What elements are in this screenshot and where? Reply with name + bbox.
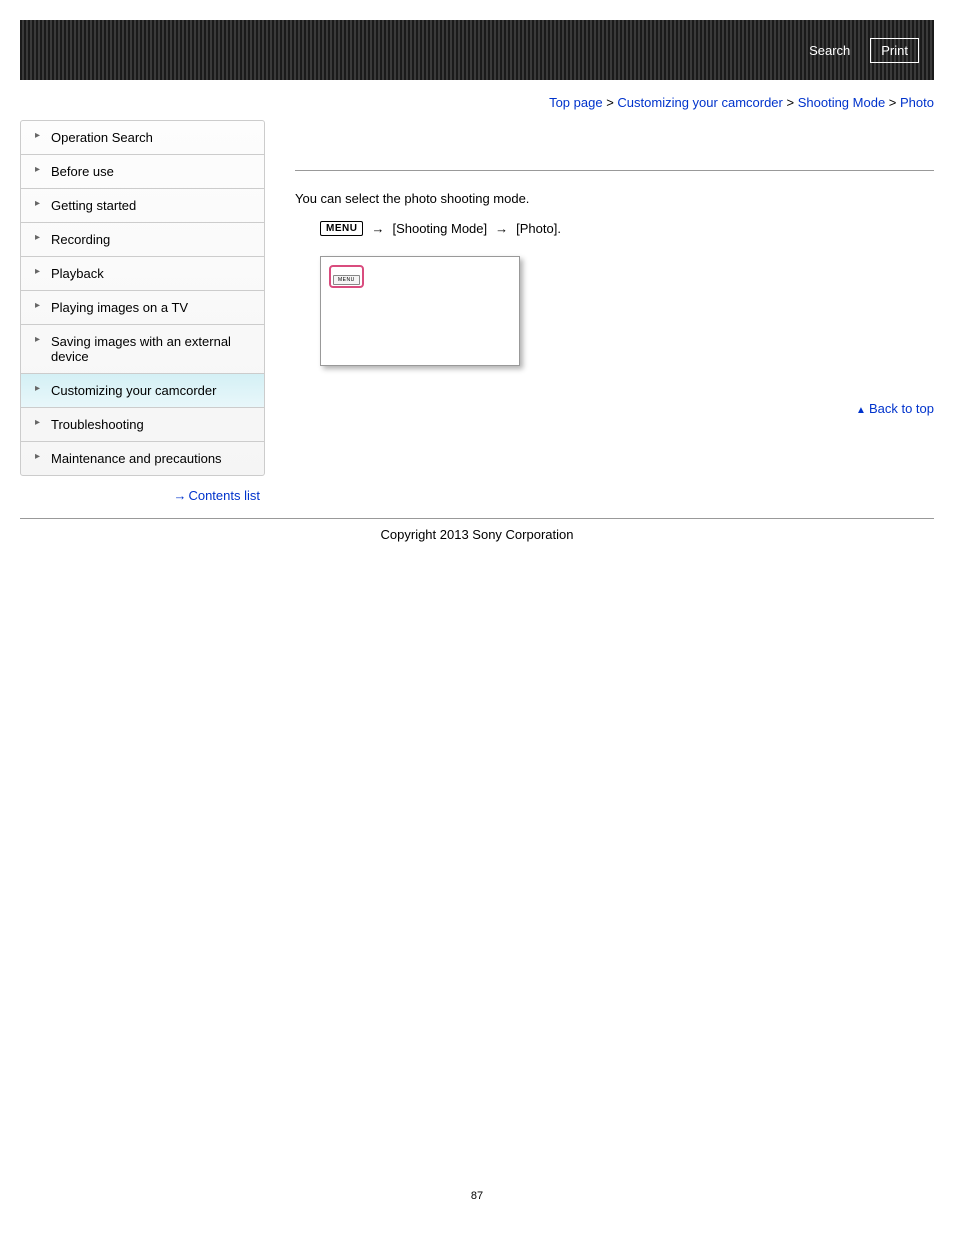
sidebar-item[interactable]: Troubleshooting: [21, 408, 264, 442]
breadcrumb-photo[interactable]: Photo: [900, 95, 934, 110]
breadcrumb-customizing[interactable]: Customizing your camcorder: [617, 95, 782, 110]
sidebar-item[interactable]: Playing images on a TV: [21, 291, 264, 325]
triangle-up-icon: ▲: [856, 405, 866, 416]
page-number: 87: [0, 1190, 954, 1202]
sidebar-item[interactable]: Before use: [21, 155, 264, 189]
breadcrumb-top-page[interactable]: Top page: [549, 95, 603, 110]
arrow-right-icon: →: [495, 221, 508, 236]
breadcrumb-sep: >: [787, 95, 795, 110]
path-shooting-mode: [Shooting Mode]: [392, 221, 487, 236]
sidebar: Operation SearchBefore useGetting starte…: [20, 120, 265, 476]
search-button[interactable]: Search: [799, 39, 860, 62]
contents-list-link[interactable]: Contents list: [188, 488, 260, 503]
path-photo: [Photo].: [516, 221, 561, 236]
breadcrumb: Top page > Customizing your camcorder > …: [0, 80, 954, 120]
screenshot-illustration: MENU: [320, 256, 520, 366]
sidebar-item[interactable]: Getting started: [21, 189, 264, 223]
sidebar-item[interactable]: Playback: [21, 257, 264, 291]
sidebar-item[interactable]: Maintenance and precautions: [21, 442, 264, 475]
contents-list-wrap: →Contents list: [20, 478, 265, 508]
breadcrumb-sep: >: [606, 95, 614, 110]
sidebar-item[interactable]: Operation Search: [21, 121, 264, 155]
back-to-top: ▲Back to top: [295, 401, 934, 416]
sidebar-item[interactable]: Recording: [21, 223, 264, 257]
menu-label: MENU: [333, 275, 360, 285]
divider: [295, 170, 934, 171]
breadcrumb-shooting-mode[interactable]: Shooting Mode: [798, 95, 885, 110]
intro-text: You can select the photo shooting mode.: [295, 191, 934, 206]
arrow-right-icon: →: [173, 488, 186, 503]
copyright: Copyright 2013 Sony Corporation: [0, 519, 954, 550]
highlighted-menu-icon: MENU: [329, 265, 364, 288]
breadcrumb-sep: >: [889, 95, 897, 110]
arrow-right-icon: →: [371, 221, 384, 236]
menu-path: MENU → [Shooting Mode] → [Photo].: [320, 221, 934, 236]
print-button[interactable]: Print: [870, 38, 919, 63]
main-content: You can select the photo shooting mode. …: [265, 120, 934, 508]
sidebar-item[interactable]: Customizing your camcorder: [21, 374, 264, 408]
sidebar-item[interactable]: Saving images with an external device: [21, 325, 264, 374]
menu-badge-icon: MENU: [320, 221, 363, 236]
header-bar: Search Print: [20, 20, 934, 80]
back-to-top-link[interactable]: Back to top: [869, 401, 934, 416]
